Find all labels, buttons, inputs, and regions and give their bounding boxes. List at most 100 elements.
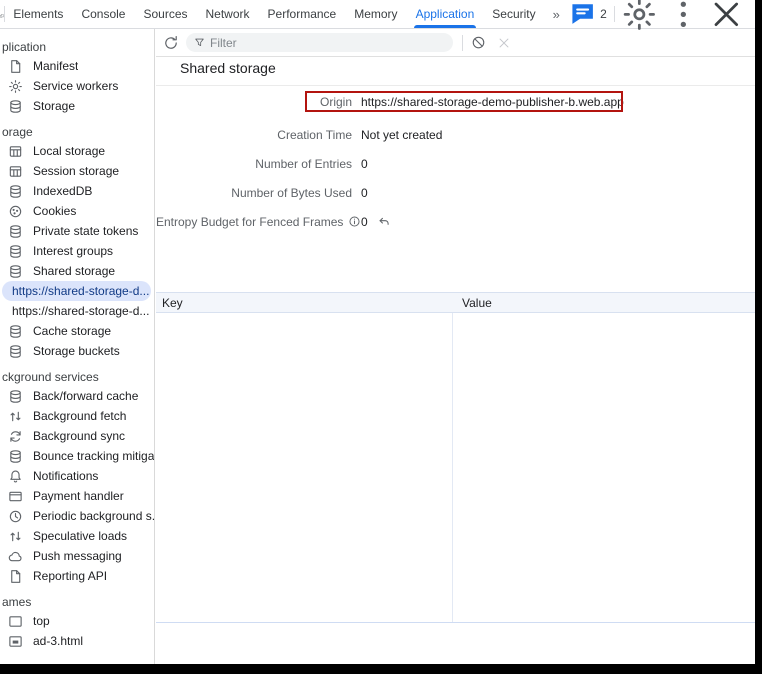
number-of-bytes-value: 0 xyxy=(361,184,368,202)
toolbar-separator xyxy=(462,35,463,51)
sidebar-item-session-storage[interactable]: Session storage xyxy=(0,161,154,181)
sidebar-item-shared-storage[interactable]: Shared storage xyxy=(0,261,154,281)
shared-storage-items-table: Key Value xyxy=(156,292,755,624)
database-icon xyxy=(8,389,23,404)
sidebar-item-storage[interactable]: Storage xyxy=(0,96,154,116)
table-body-empty[interactable] xyxy=(156,313,755,623)
info-icon[interactable] xyxy=(348,215,361,228)
sidebar-item-ad-3-html[interactable]: ad-3.html xyxy=(0,631,154,651)
sidebar-item-background-fetch[interactable]: Background fetch xyxy=(0,406,154,426)
sidebar-item-manifest[interactable]: Manifest xyxy=(0,56,154,76)
sidebar-item-cookies[interactable]: Cookies xyxy=(0,201,154,221)
sidebar-item-interest-groups[interactable]: Interest groups xyxy=(0,241,154,261)
sync-icon xyxy=(8,429,23,444)
clear-all-button[interactable] xyxy=(471,35,486,50)
number-of-entries-value: 0 xyxy=(361,155,368,173)
origin-label: Origin xyxy=(156,93,352,111)
devtools-window: ElementsConsoleSourcesNetworkPerformance… xyxy=(0,0,755,664)
sidebar-item-indexeddb[interactable]: IndexedDB xyxy=(0,181,154,201)
tab-application[interactable]: Application xyxy=(407,0,484,28)
sidebar-item-ckground-services: ckground services xyxy=(0,368,154,386)
sidebar-item-https-shared-storage-d[interactable]: https://shared-storage-d... xyxy=(2,281,151,301)
sidebar-item-local-storage[interactable]: Local storage xyxy=(0,141,154,161)
table-icon xyxy=(8,164,23,179)
sidebar-item-payment-handler[interactable]: Payment handler xyxy=(0,486,154,506)
sidebar-item-ames: ames xyxy=(0,593,154,611)
creation-time-value: Not yet created xyxy=(361,126,442,144)
tab-network[interactable]: Network xyxy=(197,0,259,28)
origin-value: https://shared-storage-demo-publisher-b.… xyxy=(361,93,624,111)
sidebar-item-service-workers[interactable]: Service workers xyxy=(0,76,154,96)
number-of-bytes-label: Number of Bytes Used xyxy=(156,184,352,202)
sidebar-item-private-state-tokens[interactable]: Private state tokens xyxy=(0,221,154,241)
cloud-icon xyxy=(8,549,23,564)
database-icon xyxy=(8,99,23,114)
refresh-button[interactable] xyxy=(163,35,179,51)
database-icon xyxy=(8,264,23,279)
clock-icon xyxy=(8,509,23,524)
tab-elements[interactable]: Elements xyxy=(4,0,72,28)
application-sidebar: plication Manifest Service workers Stora… xyxy=(0,29,155,664)
tab-sources[interactable]: Sources xyxy=(134,0,196,28)
entropy-budget-label: Entropy Budget for Fenced Frames xyxy=(156,213,352,231)
database-icon xyxy=(8,324,23,339)
issues-bubble-icon xyxy=(569,0,596,27)
funnel-icon xyxy=(194,37,205,48)
reset-budget-button[interactable] xyxy=(377,215,391,229)
table-column-divider xyxy=(452,313,453,622)
sidebar-item-plication: plication xyxy=(0,38,154,56)
filter-input[interactable] xyxy=(210,36,445,50)
column-header-value[interactable]: Value xyxy=(452,296,492,310)
up-down-arrows-icon xyxy=(8,529,23,544)
document-icon xyxy=(8,569,23,584)
iframe-icon xyxy=(8,634,23,649)
database-icon xyxy=(8,244,23,259)
gear-icon xyxy=(8,79,23,94)
tab-memory[interactable]: Memory xyxy=(345,0,406,28)
filter-box[interactable] xyxy=(186,33,453,52)
page-title: Shared storage xyxy=(180,60,276,76)
delete-selected-button[interactable] xyxy=(497,36,511,50)
issues-counter[interactable]: 2 xyxy=(569,0,607,27)
table-header-row: Key Value xyxy=(156,292,755,313)
panel-tabs: ElementsConsoleSourcesNetworkPerformance… xyxy=(4,0,544,28)
close-devtools-button[interactable] xyxy=(708,0,745,32)
bell-icon xyxy=(8,469,23,484)
tab-performance[interactable]: Performance xyxy=(259,0,346,28)
sidebar-item-orage: orage xyxy=(0,123,154,141)
sidebar-item-https-shared-storage-d[interactable]: https://shared-storage-d... xyxy=(2,301,151,321)
devtools-tabbar: ElementsConsoleSourcesNetworkPerformance… xyxy=(0,0,755,29)
sidebar-item-push-messaging[interactable]: Push messaging xyxy=(0,546,154,566)
title-divider xyxy=(156,85,755,86)
sidebar-item-bounce-tracking-mitiga[interactable]: Bounce tracking mitiga... xyxy=(0,446,154,466)
sidebar-item-notifications[interactable]: Notifications xyxy=(0,466,154,486)
document-icon xyxy=(8,59,23,74)
creation-time-label: Creation Time xyxy=(156,126,352,144)
up-down-arrows-icon xyxy=(8,409,23,424)
sidebar-item-storage-buckets[interactable]: Storage buckets xyxy=(0,341,154,361)
sidebar-item-back-forward-cache[interactable]: Back/forward cache xyxy=(0,386,154,406)
more-options-button[interactable] xyxy=(665,0,702,32)
sidebar-item-speculative-loads[interactable]: Speculative loads xyxy=(0,526,154,546)
tab-security[interactable]: Security xyxy=(483,0,544,28)
sidebar-item-background-sync[interactable]: Background sync xyxy=(0,426,154,446)
card-icon xyxy=(8,489,23,504)
frame-icon xyxy=(8,614,23,629)
database-icon xyxy=(8,344,23,359)
database-icon xyxy=(8,184,23,199)
sidebar-item-reporting-api[interactable]: Reporting API xyxy=(0,566,154,586)
cookie-icon xyxy=(8,204,23,219)
tab-console[interactable]: Console xyxy=(72,0,134,28)
settings-button[interactable] xyxy=(621,0,658,32)
tabbar-controls: 2 xyxy=(569,0,755,28)
issues-count: 2 xyxy=(600,7,607,21)
column-header-key[interactable]: Key xyxy=(156,296,452,310)
more-tabs-button[interactable]: » xyxy=(545,0,569,28)
sidebar-item-periodic-background-s[interactable]: Periodic background s... xyxy=(0,506,154,526)
sidebar-item-top[interactable]: top xyxy=(0,611,154,631)
database-icon xyxy=(8,449,23,464)
panel-toolbar xyxy=(156,29,755,57)
sidebar-item-cache-storage[interactable]: Cache storage xyxy=(0,321,154,341)
shared-storage-panel: Shared storage Origin https://shared-sto… xyxy=(156,29,755,664)
number-of-entries-label: Number of Entries xyxy=(156,155,352,173)
